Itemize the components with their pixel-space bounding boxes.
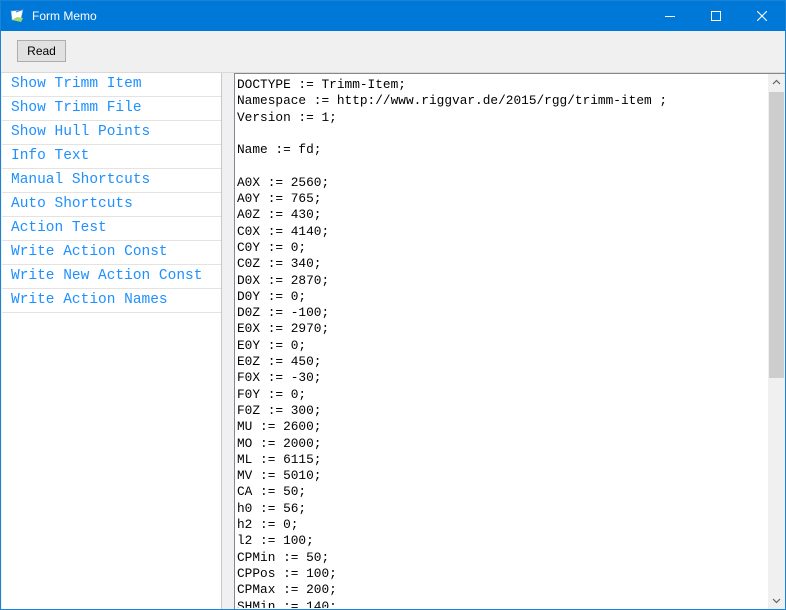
- memo-textarea[interactable]: DOCTYPE := Trimm-Item; Namespace := http:…: [234, 73, 785, 609]
- close-button[interactable]: [739, 1, 785, 31]
- list-item-show-trimm-file[interactable]: Show Trimm File: [2, 97, 221, 121]
- window-title: Form Memo: [32, 9, 97, 23]
- list-item-info-text[interactable]: Info Text: [2, 145, 221, 169]
- memo-line: Version := 1;: [237, 109, 337, 125]
- minimize-icon: [665, 16, 675, 17]
- list-item-action-test[interactable]: Action Test: [2, 217, 221, 241]
- list-item-auto-shortcuts[interactable]: Auto Shortcuts: [2, 193, 221, 217]
- memo-line: E0X := 2970;: [237, 321, 330, 337]
- memo-line: SHMin := 140;: [237, 598, 337, 609]
- scroll-up-button[interactable]: [768, 74, 785, 91]
- list-item-manual-shortcuts[interactable]: Manual Shortcuts: [2, 169, 221, 193]
- close-icon: [757, 11, 767, 21]
- memo-line: A0X := 2560;: [237, 174, 330, 190]
- memo-line: F0Z := 300;: [237, 402, 322, 418]
- memo-line: A0Y := 765;: [237, 191, 322, 207]
- read-button[interactable]: Read: [17, 40, 66, 62]
- memo-line: C0Y := 0;: [237, 239, 307, 255]
- memo-line: DOCTYPE := Trimm-Item;: [237, 77, 406, 92]
- memo-line: Namespace := http://www.riggvar.de/2015/…: [237, 93, 668, 109]
- scroll-down-arrow-icon: [772, 598, 781, 604]
- memo-line: F0X := -30;: [237, 370, 322, 386]
- memo-line: E0Z := 450;: [237, 354, 322, 370]
- memo-line: CA := 50;: [237, 484, 307, 500]
- list-item-write-new-action-const[interactable]: Write New Action Const: [2, 265, 221, 289]
- memo-line: ML := 6115;: [237, 451, 322, 467]
- list-item-show-trimm-item[interactable]: Show Trimm Item: [2, 73, 221, 97]
- memo-line: [237, 158, 767, 174]
- title-bar[interactable]: Form Memo: [1, 1, 785, 31]
- list-item-write-action-const[interactable]: Write Action Const: [2, 241, 221, 265]
- scroll-up-arrow-icon: [772, 79, 781, 85]
- memo-line: MU := 2600;: [237, 419, 322, 435]
- memo-content[interactable]: DOCTYPE := Trimm-Item; Namespace := http:…: [237, 77, 767, 608]
- memo-line: E0Y := 0;: [237, 337, 307, 353]
- memo-line: h0 := 56;: [237, 500, 307, 516]
- memo-line: MV := 5010;: [237, 468, 322, 484]
- vertical-scrollbar[interactable]: [768, 74, 785, 609]
- form-memo-window: Form Memo Read Show Trimm Item Show Trim…: [0, 0, 786, 610]
- list-item-show-hull-points[interactable]: Show Hull Points: [2, 121, 221, 145]
- memo-line: A0Z := 430;: [237, 207, 322, 223]
- app-icon: [10, 8, 25, 22]
- memo-line: D0Z := -100;: [237, 305, 330, 321]
- memo-line: D0Y := 0;: [237, 288, 307, 304]
- memo-line: CPPos := 100;: [237, 565, 337, 581]
- list-item-write-action-names[interactable]: Write Action Names: [2, 289, 221, 313]
- memo-line: C0X := 4140;: [237, 223, 330, 239]
- toolbar: Read: [1, 31, 785, 73]
- scroll-down-button[interactable]: [768, 592, 785, 609]
- memo-line: h2 := 0;: [237, 517, 299, 533]
- memo-line: F0Y := 0;: [237, 386, 307, 402]
- maximize-icon: [711, 11, 721, 21]
- action-listbox[interactable]: Show Trimm Item Show Trimm File Show Hul…: [2, 73, 222, 609]
- memo-line: CPMin := 50;: [237, 549, 330, 565]
- memo-line: MO := 2000;: [237, 435, 322, 451]
- memo-line: C0Z := 340;: [237, 256, 322, 272]
- minimize-button[interactable]: [647, 1, 693, 31]
- memo-line: Name := fd;: [237, 142, 322, 158]
- scroll-thumb[interactable]: [769, 92, 784, 378]
- memo-line: CPMax := 200;: [237, 582, 337, 598]
- memo-line: l2 := 100;: [237, 533, 314, 549]
- memo-line: [237, 126, 767, 142]
- maximize-button[interactable]: [693, 1, 739, 31]
- memo-line: D0X := 2870;: [237, 272, 330, 288]
